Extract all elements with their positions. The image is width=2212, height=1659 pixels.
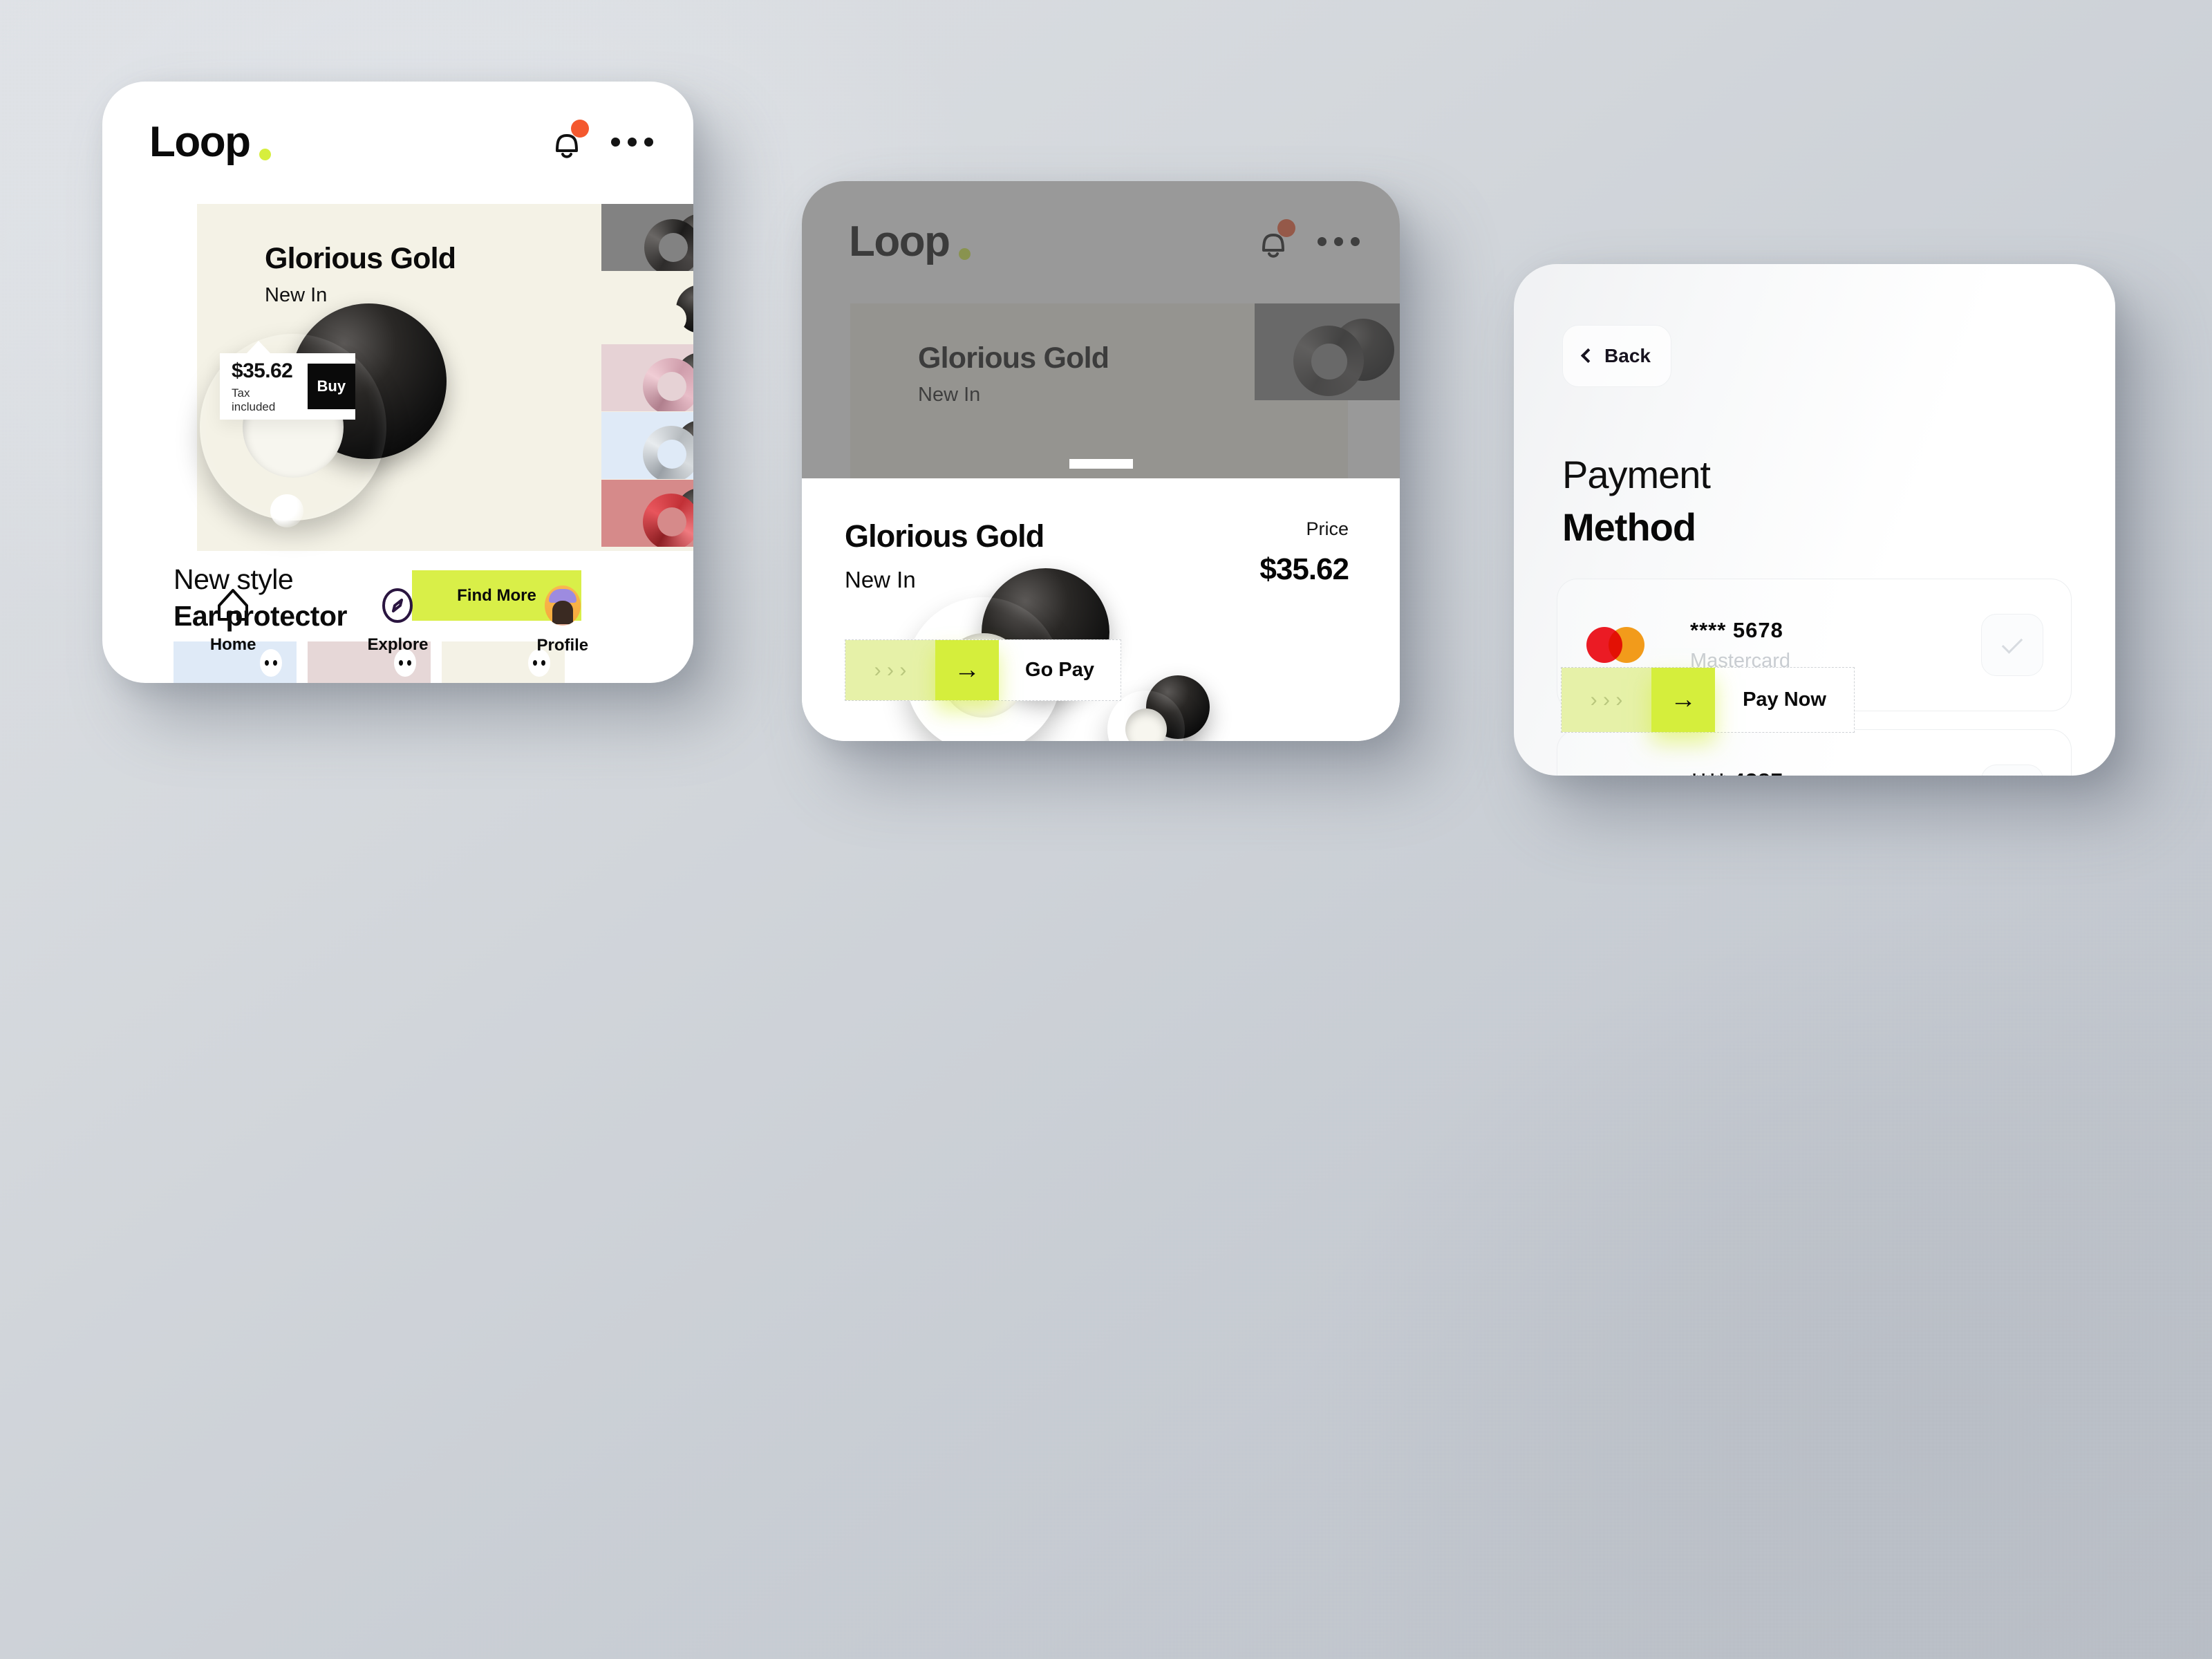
slider-chevrons: › › › [874,658,907,682]
mastercard-circles-icon [1586,627,1644,663]
product-detail-sheet: Glorious Gold New In Price $35.62 › › › … [802,478,1400,741]
detail-bg-thumbnail-black [1255,303,1400,400]
mastercard-select-checkbox[interactable] [1981,614,2043,676]
notification-badge [1277,218,1295,237]
detail-more-menu-button[interactable] [1318,237,1360,246]
pay-now-label: Pay Now [1743,688,1826,711]
check-icon [2001,632,2023,654]
mockup-stage: Loop Glorious Gold New In $35.62 Tax inc… [0,0,2212,1659]
go-pay-label: Go Pay [1025,659,1094,681]
tab-profile[interactable]: Profile [514,585,611,655]
app-logo-text: Loop [149,118,251,166]
thumbnail-red[interactable] [601,480,693,547]
slider-knob[interactable]: → [935,640,999,700]
app-logo-text: Loop [849,217,950,265]
slider-knob[interactable]: → [1651,668,1715,732]
slider-chevrons: › › › [1590,688,1623,711]
payment-title-line-2: Method [1562,505,1696,549]
detail-price-label: Price [1306,518,1349,539]
back-button[interactable]: Back [1562,325,1671,387]
buy-button[interactable]: Buy [307,364,355,409]
tab-home[interactable]: Home [185,586,281,655]
avatar [544,585,581,626]
app-logo: Loop [149,118,271,166]
pay-now-slider[interactable]: › › › → Pay Now [1561,667,1855,733]
more-dot-3-icon [1351,237,1360,246]
mastercard-logo [1586,627,1690,663]
price-amount: $35.62 [232,359,293,382]
tab-home-label: Home [209,635,256,654]
home-appbar: Loop [102,82,693,203]
logo-dot-icon [259,148,271,160]
home-more-menu-button[interactable] [611,138,653,147]
thumbnail-gold[interactable] [601,276,693,344]
logo-dot-icon [958,247,971,260]
price-text-group: $35.62 Tax included [232,359,297,414]
mastercard-info: **** 5678 Mastercard [1690,618,1981,673]
home-screen: Loop Glorious Gold New In $35.62 Tax inc… [102,82,693,683]
slider-track: › › › [1562,668,1651,732]
arrow-right-icon: → [1670,685,1696,714]
home-icon [218,589,249,621]
visa-info: **** 4387 Visacard [1690,769,1981,776]
payment-card-visa[interactable]: VISA **** 4387 Visacard [1557,729,2072,776]
go-pay-slider[interactable]: › › › → Go Pay [845,639,1121,701]
back-button-label: Back [1604,345,1651,366]
price-tax-note: Tax included [232,386,276,413]
app-logo: Loop [849,217,971,265]
phone-detail-screen: Loop Glorious Gold New In Glorious Gold … [802,181,1400,741]
visa-number: **** 4387 [1690,769,1981,776]
bottom-sheet-handle[interactable] [1069,459,1133,469]
thumbnail-black[interactable] [601,204,693,271]
detail-product-title: Glorious Gold [845,518,1044,554]
payment-screen: Back Payment Method **** 5678 Mastercard [1514,264,2115,776]
payment-title-line-1: Payment [1562,453,1711,496]
slider-track: › › › [845,640,935,700]
price-card: $35.62 Tax included Buy [220,341,355,420]
more-dot-2-icon [1334,237,1343,246]
visa-select-checkbox[interactable] [1981,765,2043,776]
phone-payment-screen: Back Payment Method **** 5678 Mastercard [1514,264,2115,776]
compass-icon [382,588,413,623]
tab-profile-label: Profile [536,636,589,655]
arrow-right-icon: → [954,655,980,684]
notification-bell-button[interactable] [1254,218,1295,263]
detail-screen: Loop Glorious Gold New In Glorious Gold … [802,181,1400,741]
thumbnail-silver[interactable] [601,412,693,479]
phone-home-screen: Loop Glorious Gold New In $35.62 Tax inc… [102,82,693,683]
notification-bell-button[interactable] [547,119,589,163]
more-dot-1-icon [1318,237,1327,246]
notification-badge [571,119,589,138]
bottom-tab-bar: Home Explore Profile [102,577,693,664]
detail-appbar: Loop [802,181,1400,302]
more-dot-2-icon [628,138,637,147]
more-dot-3-icon [644,138,653,147]
thumbnail-pink[interactable] [601,344,693,411]
more-dot-1-icon [611,138,620,147]
tab-explore[interactable]: Explore [349,586,446,655]
tab-explore-label: Explore [367,635,429,654]
chevron-left-icon [1580,348,1596,364]
mastercard-number: **** 5678 [1690,617,1783,642]
